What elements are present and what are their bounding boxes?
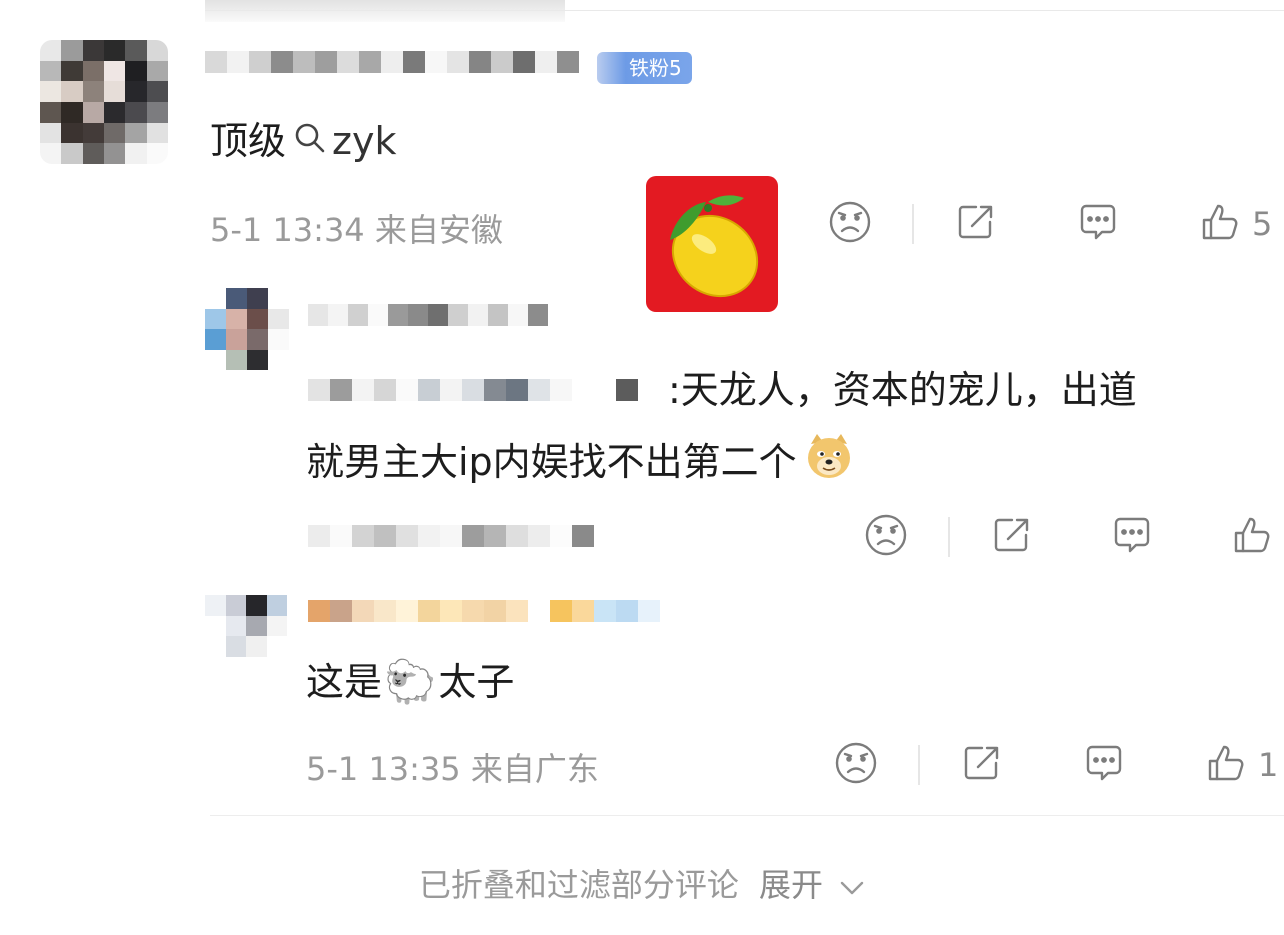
action-divider — [912, 204, 914, 244]
folded-text: 已折叠和过滤部分评论 — [418, 866, 739, 904]
top-divider — [205, 10, 1284, 11]
section-divider — [210, 815, 1284, 816]
avatar[interactable] — [205, 288, 289, 370]
comment-text-line2-text: 就男主大ip内娱找不出第二个 — [306, 439, 797, 484]
comment-text-prefix: 这是 — [306, 660, 383, 704]
username-blurred[interactable] — [308, 295, 548, 335]
comment-text-line1: :天龙人，资本的宠儿，出道 — [668, 368, 1137, 412]
comment-meta: 5-1 13:35 来自广东 — [306, 750, 599, 788]
comment-actions — [864, 513, 1274, 561]
comment-text-line2: 就男主大ip内娱找不出第二个 — [306, 430, 855, 493]
action-divider — [918, 745, 920, 785]
sad-face-icon[interactable] — [864, 513, 908, 561]
comment-text-prefix: 顶级 — [210, 119, 287, 163]
doge-emoji — [803, 430, 855, 493]
meta-blurred — [308, 516, 594, 556]
avatar[interactable] — [205, 595, 287, 657]
username-blurred[interactable] — [205, 40, 579, 84]
sad-face-icon[interactable] — [834, 741, 878, 789]
action-divider — [948, 517, 950, 557]
comment-meta: 5-1 13:34 来自安徽 — [210, 211, 503, 249]
comment-text: 这是 🐑 太子 — [306, 658, 514, 706]
comment-text: 顶级 zyk — [210, 117, 396, 165]
comment-text-suffix: 太子 — [438, 660, 515, 704]
thumbs-up-icon[interactable] — [1198, 200, 1242, 248]
sheep-emoji: 🐑 — [384, 657, 437, 706]
comment-icon[interactable] — [1110, 513, 1154, 561]
like-count: 5 — [1252, 205, 1273, 243]
like-count: 1 — [1258, 746, 1279, 784]
expand-label: 展开 — [759, 866, 824, 904]
thumbs-up-icon[interactable] — [1230, 513, 1274, 561]
share-icon[interactable] — [960, 741, 1004, 789]
fan-level-badge: 铁粉5 — [597, 52, 692, 84]
share-icon[interactable] — [990, 513, 1034, 561]
search-link-text[interactable]: zyk — [332, 117, 396, 165]
folded-comments-bar[interactable]: 已折叠和过滤部分评论 展开 — [0, 860, 1284, 906]
thumbs-up-icon[interactable] — [1204, 741, 1248, 789]
comment-icon[interactable] — [1076, 200, 1120, 248]
lemon-sticker — [646, 176, 778, 312]
comment-icon[interactable] — [1082, 741, 1126, 789]
comment-actions: 5 — [828, 200, 1272, 248]
search-icon[interactable] — [294, 117, 326, 165]
expand-link[interactable]: 展开 — [759, 866, 865, 904]
sad-face-icon[interactable] — [828, 200, 872, 248]
mention-blurred[interactable] — [308, 370, 638, 410]
comment-actions: 1 — [834, 741, 1278, 789]
username-blurred[interactable] — [308, 596, 660, 626]
share-icon[interactable] — [954, 200, 998, 248]
top-fade — [205, 0, 565, 22]
chevron-down-icon[interactable] — [839, 868, 865, 906]
avatar[interactable] — [40, 40, 168, 164]
